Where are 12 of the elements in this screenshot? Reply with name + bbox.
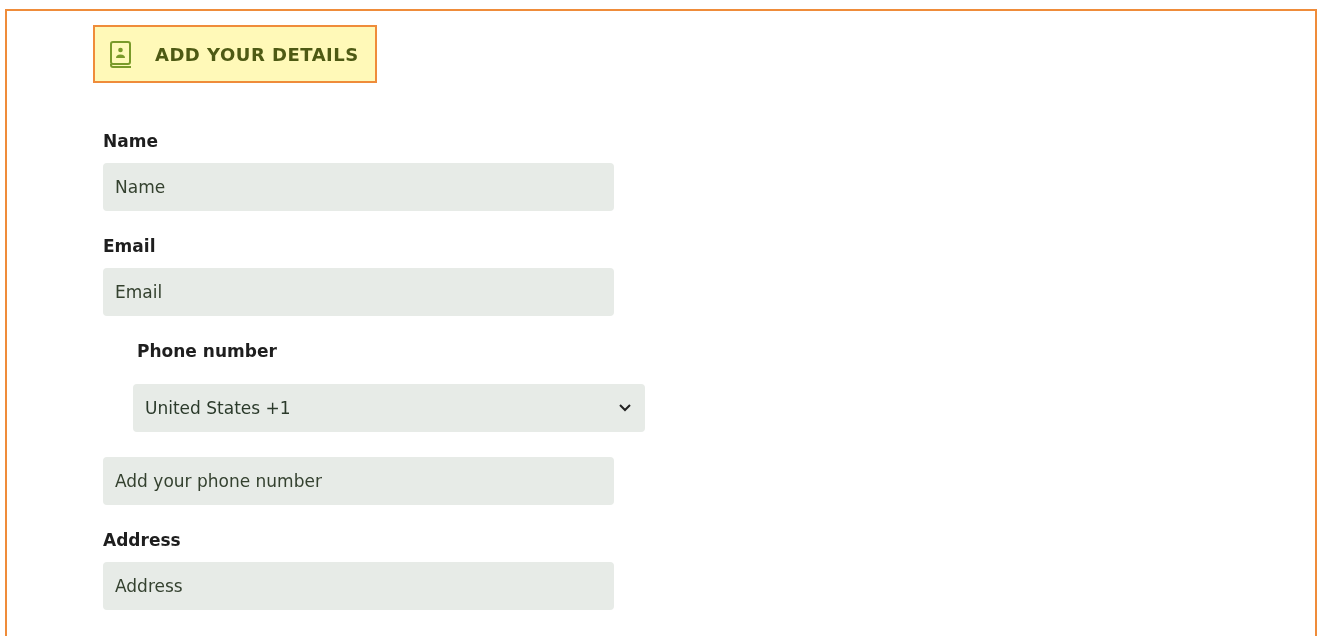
field-label: Address	[103, 530, 181, 550]
country-select[interactable]: United States +1	[133, 384, 645, 432]
contact-book-icon	[109, 40, 133, 68]
chevron-down-icon	[619, 404, 631, 412]
field-label: Phone number	[137, 341, 277, 361]
section-title: ADD YOUR DETAILS	[155, 43, 359, 65]
input-field[interactable]: Name	[103, 163, 614, 211]
input-field[interactable]: Address	[103, 562, 614, 610]
input-field[interactable]: Email	[103, 268, 614, 316]
field-label: Email	[103, 236, 156, 256]
field-label: Name	[103, 131, 158, 151]
phone-field[interactable]: Add your phone number	[103, 457, 614, 505]
